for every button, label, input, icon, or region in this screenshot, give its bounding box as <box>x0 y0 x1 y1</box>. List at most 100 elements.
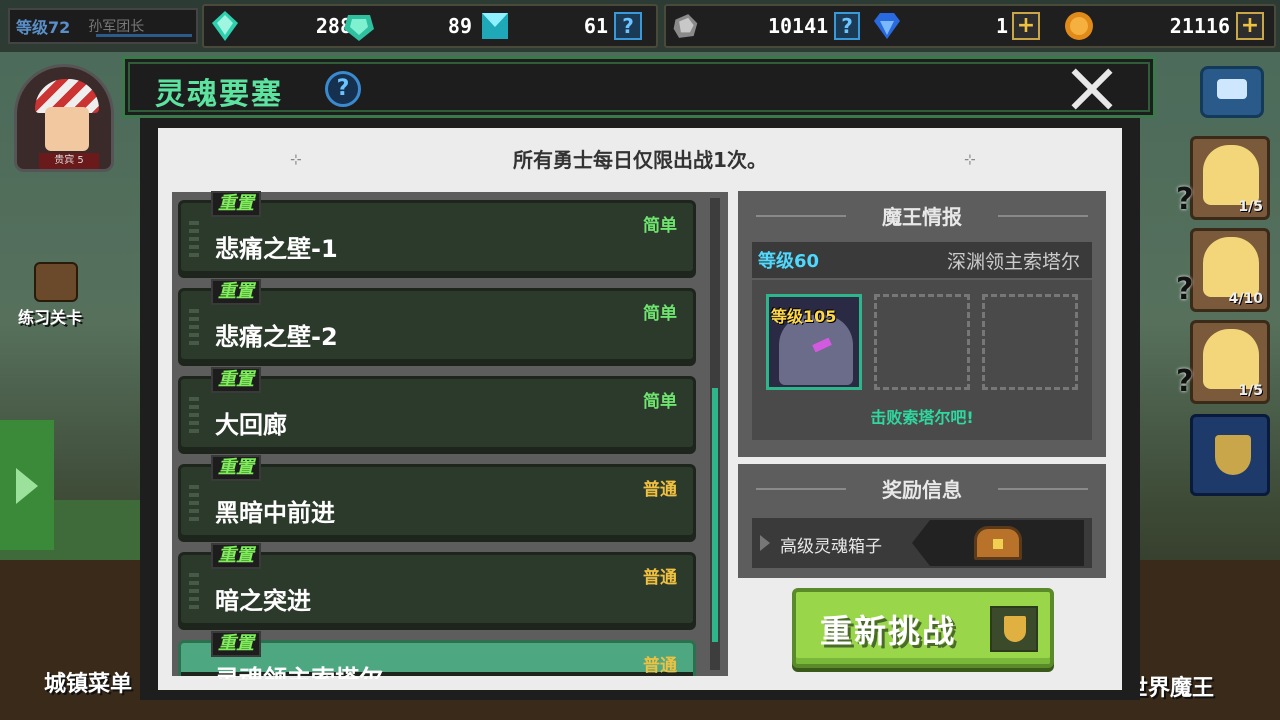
boss-level: 等级60 <box>758 251 820 272</box>
stage-item-ornament <box>189 573 199 613</box>
monster-level: 等级105 <box>771 307 837 326</box>
stage-reset-badge: 重置 <box>211 191 261 217</box>
hero-card-count: 1/5 <box>1238 383 1263 399</box>
resource-iron-ore: 10141 ? <box>670 6 860 46</box>
stage-item[interactable]: 重置 大回廊 简单 <box>178 367 696 454</box>
divider <box>998 215 1088 217</box>
town-menu-label[interactable]: 城镇菜单 <box>44 666 132 698</box>
stage-item-selected[interactable]: 重置 灵魂领主索塔尔 普通 <box>178 631 696 679</box>
cyan-gem-icon <box>482 13 508 39</box>
diamond-count: 1 <box>995 14 1008 38</box>
stage-difficulty: 普通 <box>643 480 677 500</box>
stage-difficulty: 简单 <box>643 216 677 236</box>
hero-card-3[interactable]: 1/5 <box>1190 320 1270 404</box>
stage-reset-badge: 重置 <box>211 279 261 305</box>
diamond-icon <box>874 13 900 39</box>
modal-header: 灵魂要塞 ? <box>122 56 1156 118</box>
question-mark-icon: ? <box>1176 364 1194 399</box>
question-mark-icon: ? <box>1176 272 1194 307</box>
hero-portrait <box>1203 237 1259 297</box>
stage-name: 悲痛之壁-2 <box>215 323 338 351</box>
player-rank: 孙军团长 <box>88 19 145 35</box>
stage-item[interactable]: 重置 暗之突进 普通 <box>178 543 696 630</box>
cyan-gem-count: 61 <box>583 14 608 38</box>
modal-help-button[interactable]: ? <box>325 71 361 107</box>
chat-button[interactable] <box>1200 66 1264 118</box>
soul-crystal-count: 288 <box>315 14 352 38</box>
stage-item[interactable]: 重置 悲痛之壁-1 简单 <box>178 191 696 278</box>
question-mark-icon: ? <box>1176 182 1194 217</box>
notice-right-ornament-icon: ⊹ <box>964 152 976 168</box>
stage-item-ornament <box>189 397 199 437</box>
player-level: 等级72 <box>16 18 71 37</box>
stage-difficulty: 普通 <box>643 656 677 676</box>
hero-portrait <box>1203 329 1259 389</box>
chevron-right-icon <box>760 535 770 551</box>
monster-slot-empty <box>874 294 970 390</box>
iron-ore-icon <box>673 14 698 38</box>
stage-reset-badge: 重置 <box>211 631 261 657</box>
resource-diamond: 1 + <box>870 6 1040 46</box>
stage-name: 黑暗中前进 <box>215 499 335 527</box>
trophy-icon <box>1215 435 1251 475</box>
green-gem-icon <box>344 15 374 41</box>
stage-item-ornament <box>189 221 199 261</box>
exp-bar <box>96 34 192 37</box>
modal-title: 灵魂要塞 <box>155 77 283 112</box>
resource-group-gems: 288 89 61 ? <box>202 4 658 48</box>
treasure-chest-icon <box>974 526 1022 560</box>
stage-reset-badge: 重置 <box>211 367 261 393</box>
boss-defeat-hint: 击败索塔尔吧! <box>870 408 974 427</box>
resource-group-currency: 10141 ? 1 + 21116 + <box>664 4 1276 48</box>
hero-portrait <box>1203 145 1259 205</box>
stage-difficulty: 简单 <box>643 392 677 412</box>
iron-ore-count: 10141 <box>767 14 829 38</box>
stage-name: 大回廊 <box>215 411 287 439</box>
reward-item-row[interactable]: 高级灵魂箱子 <box>752 518 1092 568</box>
diamond-add-button[interactable]: + <box>1012 12 1040 40</box>
cyan-gem-help-button[interactable]: ? <box>614 12 642 40</box>
stage-name: 暗之突进 <box>215 587 311 615</box>
player-avatar[interactable]: 贵宾 5 <box>14 64 114 172</box>
boss-name: 深渊领主索塔尔 <box>946 250 1080 273</box>
stage-item[interactable]: 重置 悲痛之壁-2 简单 <box>178 279 696 366</box>
soul-crystal-icon <box>212 11 238 41</box>
ranking-trophy-button[interactable] <box>1190 414 1270 496</box>
resource-green-gem: 89 <box>342 6 482 46</box>
divider <box>998 488 1088 490</box>
play-arrow-button[interactable] <box>0 420 54 550</box>
player-level-box[interactable]: 等级72 孙军团长 <box>8 8 198 44</box>
retry-challenge-button[interactable]: 重新挑战 <box>792 588 1054 668</box>
resource-gold: 21116 + <box>1062 6 1272 46</box>
monster-slot[interactable]: 等级105 <box>766 294 862 390</box>
practice-bag-icon[interactable] <box>34 262 78 302</box>
gold-add-button[interactable]: + <box>1236 12 1264 40</box>
trophy-cup-shape <box>1004 616 1026 642</box>
stage-reset-badge: 重置 <box>211 543 261 569</box>
close-icon[interactable] <box>1065 63 1117 115</box>
chat-bubble-icon <box>1217 79 1247 99</box>
stage-difficulty: 简单 <box>643 304 677 324</box>
play-arrow-icon <box>16 468 38 504</box>
practice-stage-label[interactable]: 练习关卡 <box>18 304 82 328</box>
stage-list-scroll-thumb[interactable] <box>712 388 718 642</box>
hero-card-count: 4/10 <box>1228 291 1263 307</box>
stage-item-ornament <box>189 309 199 349</box>
stage-difficulty: 普通 <box>643 568 677 588</box>
stage-item[interactable]: 重置 黑暗中前进 普通 <box>178 455 696 542</box>
iron-ore-help-button[interactable]: ? <box>834 12 860 40</box>
top-resource-bar: 等级72 孙军团长 288 89 61 ? 10141 ? 1 + 21116 … <box>0 0 1280 52</box>
retry-challenge-label: 重新挑战 <box>820 612 957 650</box>
hero-card-1[interactable]: 1/5 <box>1190 136 1270 220</box>
stage-name: 灵魂领主索塔尔 <box>215 665 383 679</box>
boss-title-row: 等级60 深渊领主索塔尔 <box>752 242 1092 278</box>
stage-item-ornament <box>189 485 199 525</box>
avatar-face <box>45 107 89 151</box>
trophy-icon <box>990 606 1038 652</box>
gold-coin-icon <box>1065 12 1093 40</box>
hero-card-2[interactable]: 4/10 <box>1190 228 1270 312</box>
resource-cyan-gem: 61 ? <box>478 6 654 46</box>
gold-count: 21116 <box>1169 14 1230 38</box>
stage-name: 悲痛之壁-1 <box>215 235 338 263</box>
green-gem-count: 89 <box>447 14 472 38</box>
